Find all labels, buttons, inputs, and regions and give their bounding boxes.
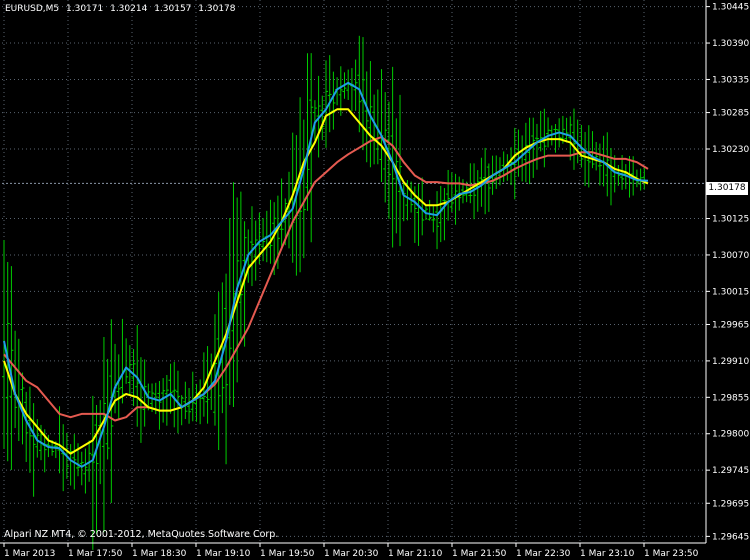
price-tick-label: 1.30285 (712, 109, 749, 119)
price-chart[interactable]: 1.30445 1.30390 1.30335 1.30285 1.30230 1.301… (0, 0, 750, 560)
grid (2, 0, 706, 543)
price-tick-label: 1.30230 (712, 145, 749, 155)
close-value: 1.30178 (198, 4, 236, 14)
chart-window[interactable]: 1.30445 1.30390 1.30335 1.30285 1.30230 1.301… (0, 0, 750, 560)
time-tick-label: 1 Mar 18:30 (132, 549, 187, 559)
open-value: 1.30171 (66, 4, 104, 14)
time-tick-label: 1 Mar 20:30 (324, 549, 379, 559)
price-tick-label: 1.30125 (712, 215, 749, 225)
low-value: 1.30157 (154, 4, 192, 14)
price-tick-label: 1.29910 (712, 357, 749, 367)
copyright-text: Alpari NZ MT4, © 2001-2012, MetaQuotes S… (4, 529, 279, 540)
time-tick-label: 1 Mar 2013 (4, 549, 55, 559)
price-tick-label: 1.29855 (712, 393, 749, 403)
current-price-tag: 1.30178 (706, 182, 748, 195)
price-tick-label: 1.30445 (712, 3, 749, 13)
chart-header: EURUSD,M5 1.30171 1.30214 1.30157 1.3017… (5, 4, 240, 14)
ma-slow-line (3, 136, 649, 422)
time-tick-label: 1 Mar 17:50 (68, 549, 123, 559)
time-tick-label: 1 Mar 23:50 (644, 549, 699, 559)
time-axis: 1 Mar 2013 1 Mar 17:50 1 Mar 18:30 1 Mar 19… (3, 543, 699, 559)
price-tick-label: 1.29800 (712, 430, 749, 440)
price-tick-label: 1.30015 (712, 287, 749, 297)
price-tick-label: 1.29745 (712, 466, 749, 476)
time-tick-label: 1 Mar 21:50 (452, 549, 507, 559)
price-tick-label: 1.30390 (712, 39, 749, 49)
symbol-label: EURUSD,M5 (5, 4, 60, 14)
price-tick-label: 1.30070 (712, 251, 749, 261)
price-tick-label: 1.29645 (712, 532, 749, 542)
high-value: 1.30214 (110, 4, 148, 14)
time-tick-label: 1 Mar 21:10 (388, 549, 443, 559)
time-tick-label: 1 Mar 23:10 (580, 549, 635, 559)
price-tick-label: 1.29965 (712, 320, 749, 330)
price-tick-label: 1.29695 (712, 499, 749, 509)
time-tick-label: 1 Mar 19:50 (260, 549, 315, 559)
price-tick-label: 1.30335 (712, 75, 749, 85)
price-axis: 1.30445 1.30390 1.30335 1.30285 1.30230 1.301… (706, 3, 749, 542)
time-tick-label: 1 Mar 22:30 (516, 549, 571, 559)
time-tick-label: 1 Mar 19:10 (196, 549, 251, 559)
